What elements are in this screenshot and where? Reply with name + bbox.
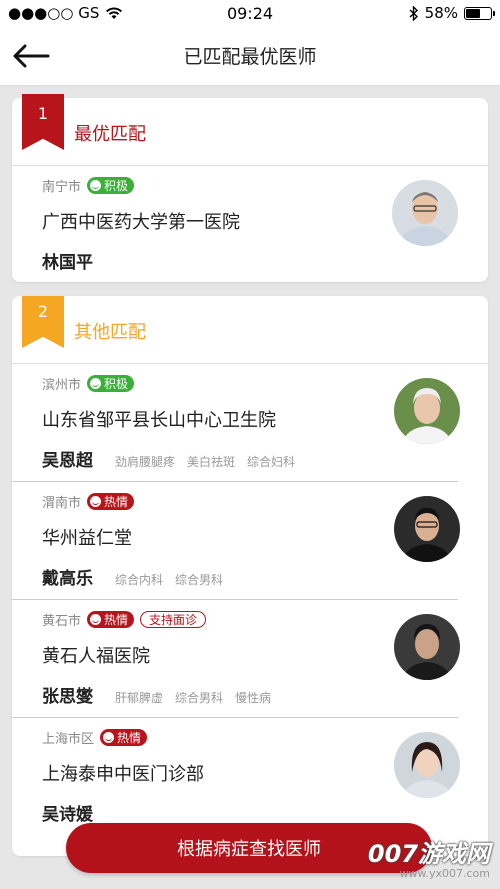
specialty-tag: 慢性病 [235,691,272,705]
smile-icon [103,731,115,743]
smile-icon [90,495,102,507]
specialty-tag: 综合男科 [175,573,224,587]
best-match-header: 1 最优匹配 [12,94,488,166]
smile-icon [90,377,102,389]
back-arrow-icon [13,44,50,68]
battery-icon [464,6,495,20]
in-person-badge: 支持面诊 [140,610,207,628]
avatar [392,180,458,246]
watermark-logo: 007游戏网 [367,840,490,868]
doctor-item[interactable]: 上海市区 热情 上海泰申中医门诊部 吴诗媛 [12,718,488,836]
nav-bar: 已匹配最优医师 [0,26,500,86]
doctor-item[interactable]: 黄石市 热情 支持面诊 黄石人福医院 张思燮 肝郁脾虚 综合男科 慢性病 [12,600,460,718]
city-label: 上海市区 [42,731,95,747]
battery-percent: 58% [424,4,458,22]
status-badge: 积极 [87,176,135,194]
section-title: 最优匹配 [74,124,146,145]
doctor-name: 林国平 [42,253,93,273]
smile-icon [90,179,102,191]
doctor-item[interactable]: 南宁市 积极 广西中医药大学第一医院 林国平 [12,166,488,284]
status-badge: 积极 [87,374,135,392]
city-label: 滨州市 [42,377,82,393]
back-button[interactable] [12,40,52,72]
page-title: 已匹配最优医师 [183,46,317,68]
specialty-tag: 肝郁脾虚 [115,691,164,705]
smile-icon [90,613,102,625]
doctor-item[interactable]: 滨州市 积极 山东省邹平县长山中心卫生院 吴恩超 劲肩腰腿疼 美白祛斑 综合妇科 [12,364,460,482]
city-label: 黄石市 [42,613,82,629]
wifi-icon [106,6,123,19]
status-badge: 热情 [87,610,135,628]
other-matches-card: 2 其他匹配 滨州市 积极 山东省邹平县长山中心卫生院 吴恩超 劲肩腰腿疼 美白… [12,296,488,856]
bluetooth-icon [409,5,418,21]
doctor-item[interactable]: 渭南市 热情 华州益仁堂 戴高乐 综合内科 综合男科 [12,482,460,600]
rank-ribbon: 1 [22,94,64,150]
avatar [394,614,460,680]
other-matches-header: 2 其他匹配 [12,296,488,364]
status-badge: 热情 [100,728,148,746]
avatar [394,732,460,798]
specialty-tag: 综合妇科 [247,455,296,469]
status-bar: ●●●○○ GS 09:24 58% [0,0,500,26]
specialty-tag: 综合内科 [115,573,164,587]
doctor-name: 吴诗媛 [42,805,93,825]
section-title: 其他匹配 [74,322,146,343]
specialty-tag: 综合男科 [175,691,224,705]
city-label: 南宁市 [42,179,82,195]
best-match-card: 1 最优匹配 南宁市 积极 广西中医药大学第一医院 林国平 [12,94,488,284]
watermark: 007游戏网 www.yx007.com [368,834,490,880]
city-label: 渭南市 [42,495,82,511]
carrier: ●●●○○ GS [8,4,100,22]
doctor-name: 戴高乐 [42,569,93,589]
doctor-name: 张思燮 [42,687,93,707]
avatar [394,378,460,444]
avatar [394,496,460,562]
specialty-tag: 美白祛斑 [187,455,236,469]
status-badge: 热情 [87,492,135,510]
doctor-name: 吴恩超 [42,451,93,471]
specialty-tag: 劲肩腰腿疼 [115,455,176,469]
rank-ribbon: 2 [22,296,64,348]
